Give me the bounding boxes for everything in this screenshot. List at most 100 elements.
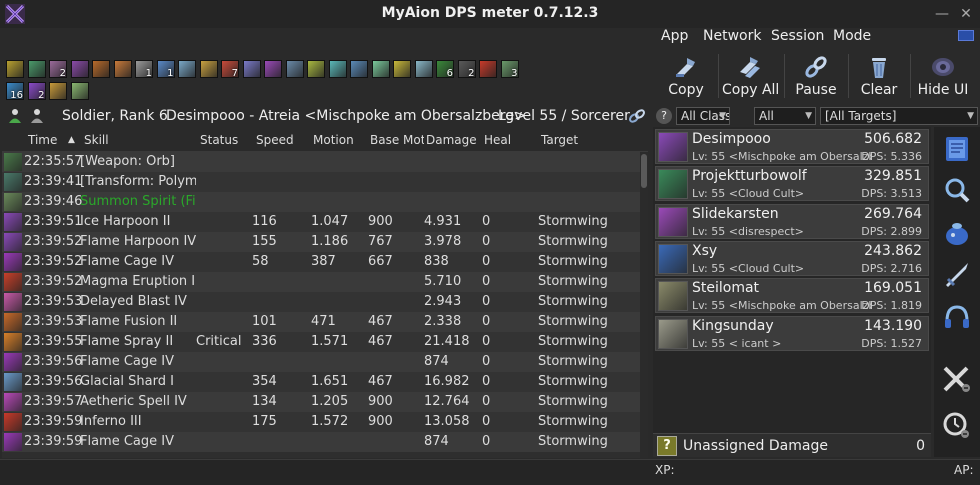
vertical-scrollbar[interactable] <box>640 152 648 458</box>
headset-icon[interactable] <box>940 301 974 333</box>
column-header-motion[interactable]: Motion <box>313 133 354 147</box>
scrollbar-thumb[interactable] <box>641 154 647 188</box>
column-header-damage[interactable]: Damage <box>426 133 477 147</box>
crossed-swords-disabled-icon[interactable] <box>940 363 974 395</box>
menu-app[interactable]: App <box>661 28 688 44</box>
clear-button[interactable]: Clear <box>854 50 904 102</box>
skill-slot-icon[interactable] <box>199 60 218 78</box>
table-row[interactable]: 23:39:46 Summon Spirit (Fi) <box>2 192 640 212</box>
toolbar-divider <box>910 54 911 98</box>
sword-icon[interactable] <box>940 259 974 291</box>
table-row[interactable]: 23:39:59 Inferno III 175 1.572 900 13.058 0 Sto… <box>2 412 640 432</box>
table-row[interactable]: 23:39:56 Glacial Shard I 354 1.651 467 16.982… <box>2 372 640 392</box>
skill-slot-icon[interactable] <box>285 60 304 78</box>
skill-slot-icon[interactable]: 7 <box>221 60 239 79</box>
language-flag-icon[interactable] <box>958 30 974 41</box>
skill-slot-icon[interactable] <box>328 60 347 78</box>
cell-skill: Flame Cage IV <box>80 254 175 269</box>
table-row[interactable]: 23:39:56 Flame Cage IV 874 0 Stormwing <box>2 352 640 372</box>
skill-slot-icon[interactable]: 2 <box>49 60 67 79</box>
cell-time: 23:39:59 <box>24 434 82 449</box>
skill-count-badge: 2 <box>468 68 475 79</box>
type-filter-select[interactable]: All ▼ <box>754 107 816 125</box>
player-row[interactable]: Slidekarsten 269.764 Lv: 55 <disrespect> DP… <box>655 203 929 239</box>
pause-button[interactable]: Pause <box>790 50 842 102</box>
skill-count-badge: 16 <box>10 90 23 101</box>
column-header-speed[interactable]: Speed <box>256 133 294 147</box>
table-row[interactable]: 23:39:53 Flame Fusion II 101 471 467 2.338 0 St… <box>2 312 640 332</box>
skill-slot-icon[interactable]: 16 <box>6 82 24 101</box>
magnifier-icon[interactable] <box>940 175 974 207</box>
skill-slot-icon[interactable]: 6 <box>436 60 454 79</box>
skill-slot-icon[interactable] <box>6 60 24 78</box>
skill-slot-icon[interactable] <box>350 60 368 78</box>
table-row[interactable]: 23:39:51 Ice Harpoon II 116 1.047 900 4.931 0 S… <box>2 212 640 232</box>
table-row[interactable]: 23:39:52 Flame Cage IV 58 387 667 838 0 Stormwi… <box>2 252 640 272</box>
help-icon[interactable]: ? <box>656 108 672 124</box>
skill-slot-icon[interactable] <box>264 60 282 78</box>
table-row[interactable]: 23:39:57 Aetheric Spell IV 134 1.205 900 12.7… <box>2 392 640 412</box>
column-header-skill[interactable]: Skill <box>84 133 109 147</box>
skill-slot-icon[interactable]: 2 <box>27 82 46 101</box>
skill-slot-icon[interactable] <box>70 82 89 100</box>
table-row[interactable]: 23:39:41[Transform: Polymor <box>2 172 640 192</box>
skill-slot-icon[interactable] <box>70 60 89 78</box>
skill-slot-icon[interactable] <box>242 60 261 78</box>
column-header-base-motion[interactable]: Base Motion <box>370 133 424 147</box>
table-row[interactable]: 23:39:52 Flame Harpoon IV 155 1.186 767 3.978… <box>2 232 640 252</box>
skill-slot-icon[interactable] <box>371 60 390 78</box>
menu-mode[interactable]: Mode <box>833 28 871 44</box>
menu-session[interactable]: Session <box>771 28 824 44</box>
target-filter-select[interactable]: [All Targets] ▼ <box>820 107 978 125</box>
skill-slot-icon[interactable] <box>479 60 497 78</box>
table-row[interactable]: 23:39:55 Flame Spray II Critical 336 1.571 46… <box>2 332 640 352</box>
cell-damage: 874 <box>424 354 449 369</box>
player-row[interactable]: Steilomat 169.051 Lv: 55 <Mischpoke am Obe… <box>655 278 929 314</box>
skill-slot-icon[interactable] <box>178 60 196 78</box>
column-header-target[interactable]: Target <box>541 133 578 147</box>
table-row[interactable]: 23:39:53 Delayed Blast IV 2.943 0 Stormwing <box>2 292 640 312</box>
table-row[interactable]: 23:39:59 Flame Cage IV 874 0 Stormwing <box>2 432 640 452</box>
skill-icon <box>4 313 22 331</box>
player-total-damage: 506.682 <box>864 131 922 147</box>
skill-slot-icon[interactable]: 3 <box>500 60 519 79</box>
player-row[interactable]: Xsy 243.862 Lv: 55 <Cloud Cult> DPS: 2.716 <box>655 240 929 276</box>
skill-icon <box>4 153 22 171</box>
close-button[interactable]: ✕ <box>956 4 976 24</box>
player-legion: <disrespect> <box>728 224 804 238</box>
player-legion: <Cloud Cult> <box>728 261 805 275</box>
skill-slot-icon[interactable]: 1 <box>135 60 153 79</box>
minimize-button[interactable]: — <box>932 4 952 24</box>
player-row[interactable]: Desimpooo 506.682 Lv: 55 <Mischpoke am Obe… <box>655 129 929 164</box>
column-header-time[interactable]: Time <box>28 133 57 147</box>
skill-icon <box>4 333 22 351</box>
pouch-icon[interactable] <box>940 217 974 249</box>
column-header-heal[interactable]: Heal <box>484 133 511 147</box>
class-filter-select[interactable]: All Classes▼ <box>676 107 730 125</box>
skill-slot-icon[interactable] <box>27 60 46 78</box>
player-level-legion: Lv: 55 < icant > <box>692 337 872 350</box>
timer-icon[interactable] <box>940 409 974 441</box>
skill-slot-icon[interactable] <box>113 60 132 78</box>
skill-slot-icon[interactable] <box>393 60 411 78</box>
table-row[interactable]: 23:39:52 Magma Eruption I 5.710 0 Stormwing <box>2 272 640 292</box>
cell-motion: 471 <box>311 314 336 329</box>
hide-ui-button[interactable]: Hide UI <box>916 50 970 102</box>
copy-button[interactable]: Copy <box>660 50 712 102</box>
book-icon[interactable] <box>940 133 974 165</box>
table-row[interactable]: 22:35:57 [Weapon: Orb] <box>2 152 640 172</box>
cell-damage: 12.764 <box>424 394 470 409</box>
copy-all-button[interactable]: Copy All <box>722 50 779 102</box>
player-row[interactable]: Projektturbowolf 329.851 Lv: 55 <Cloud Cul… <box>655 166 929 202</box>
player-row[interactable]: Kingsunday 143.190 Lv: 55 < icant > DPS: 1.… <box>655 315 929 351</box>
skill-slot-icon[interactable]: 1 <box>156 60 175 79</box>
skill-slot-icon[interactable] <box>92 60 110 78</box>
column-header-status[interactable]: Status <box>200 133 238 147</box>
link-icon[interactable] <box>628 108 646 124</box>
skill-slot-icon[interactable]: 2 <box>457 60 476 79</box>
skill-slot-icon[interactable] <box>49 82 67 100</box>
skill-slot-icon[interactable] <box>414 60 433 78</box>
menu-network[interactable]: Network <box>703 28 761 44</box>
skill-slot-icon[interactable] <box>307 60 325 78</box>
cell-base: 667 <box>368 254 393 269</box>
